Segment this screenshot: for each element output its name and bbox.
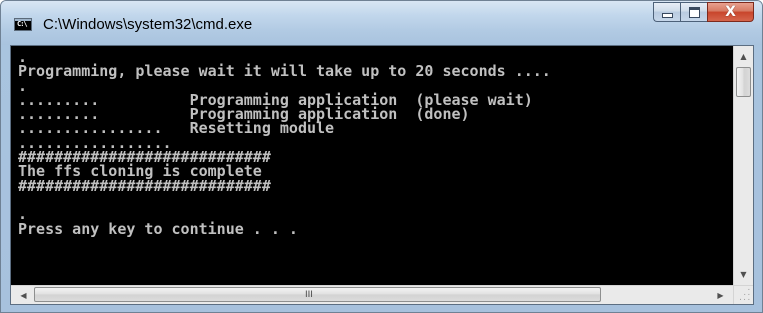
icon-label: C:\: [17, 20, 28, 28]
thumb-grip-icon: III: [305, 290, 313, 300]
title-bar[interactable]: C:\ C:\Windows\system32\cmd.exe X: [1, 1, 762, 45]
console-client-area: . Programming, please wait it will take …: [10, 45, 754, 305]
horizontal-scrollbar[interactable]: ◀ III ▶: [11, 285, 733, 304]
window-title: C:\Windows\system32\cmd.exe: [43, 16, 253, 33]
vertical-scrollbar[interactable]: ▲ ▼: [733, 46, 753, 285]
scroll-up-arrow-icon[interactable]: ▲: [734, 48, 753, 65]
caption-buttons: X: [653, 2, 754, 23]
cmd-window: C:\ C:\Windows\system32\cmd.exe X . Prog…: [0, 0, 763, 313]
maximize-button[interactable]: [680, 2, 707, 22]
horizontal-scroll-thumb[interactable]: III: [34, 287, 601, 302]
maximize-icon: [688, 6, 700, 18]
resize-grip[interactable]: · ·· ···: [733, 285, 753, 304]
cmd-console-icon[interactable]: C:\: [14, 18, 32, 31]
scroll-right-arrow-icon[interactable]: ▶: [712, 287, 729, 304]
minimize-icon: [661, 12, 673, 18]
vertical-scroll-thumb[interactable]: [736, 67, 751, 97]
close-icon: X: [725, 4, 736, 20]
console-output[interactable]: . Programming, please wait it will take …: [11, 46, 733, 285]
resize-grip-icon: · ·· ···: [738, 286, 751, 304]
console-text: . Programming, please wait it will take …: [18, 48, 551, 238]
close-button[interactable]: X: [707, 2, 754, 22]
minimize-button[interactable]: [653, 2, 680, 22]
scroll-down-arrow-icon[interactable]: ▼: [734, 266, 753, 283]
scroll-left-arrow-icon[interactable]: ◀: [15, 287, 32, 304]
